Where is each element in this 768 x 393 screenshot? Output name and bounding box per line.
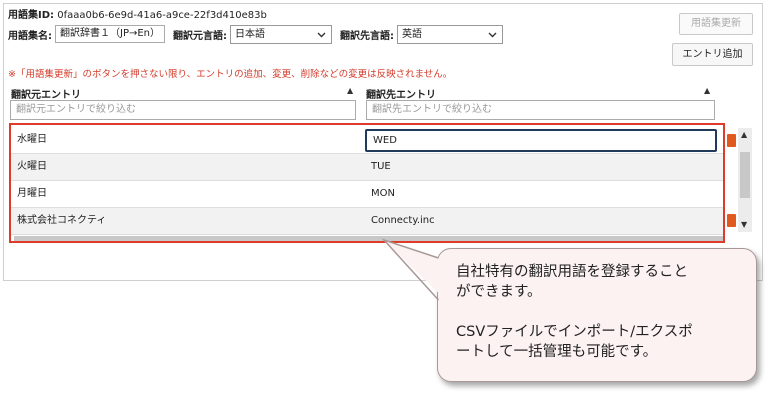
callout-text: 自社特有の翻訳用語を登録すること ができます。 CSVファイルでインポート/エク… <box>456 264 693 360</box>
